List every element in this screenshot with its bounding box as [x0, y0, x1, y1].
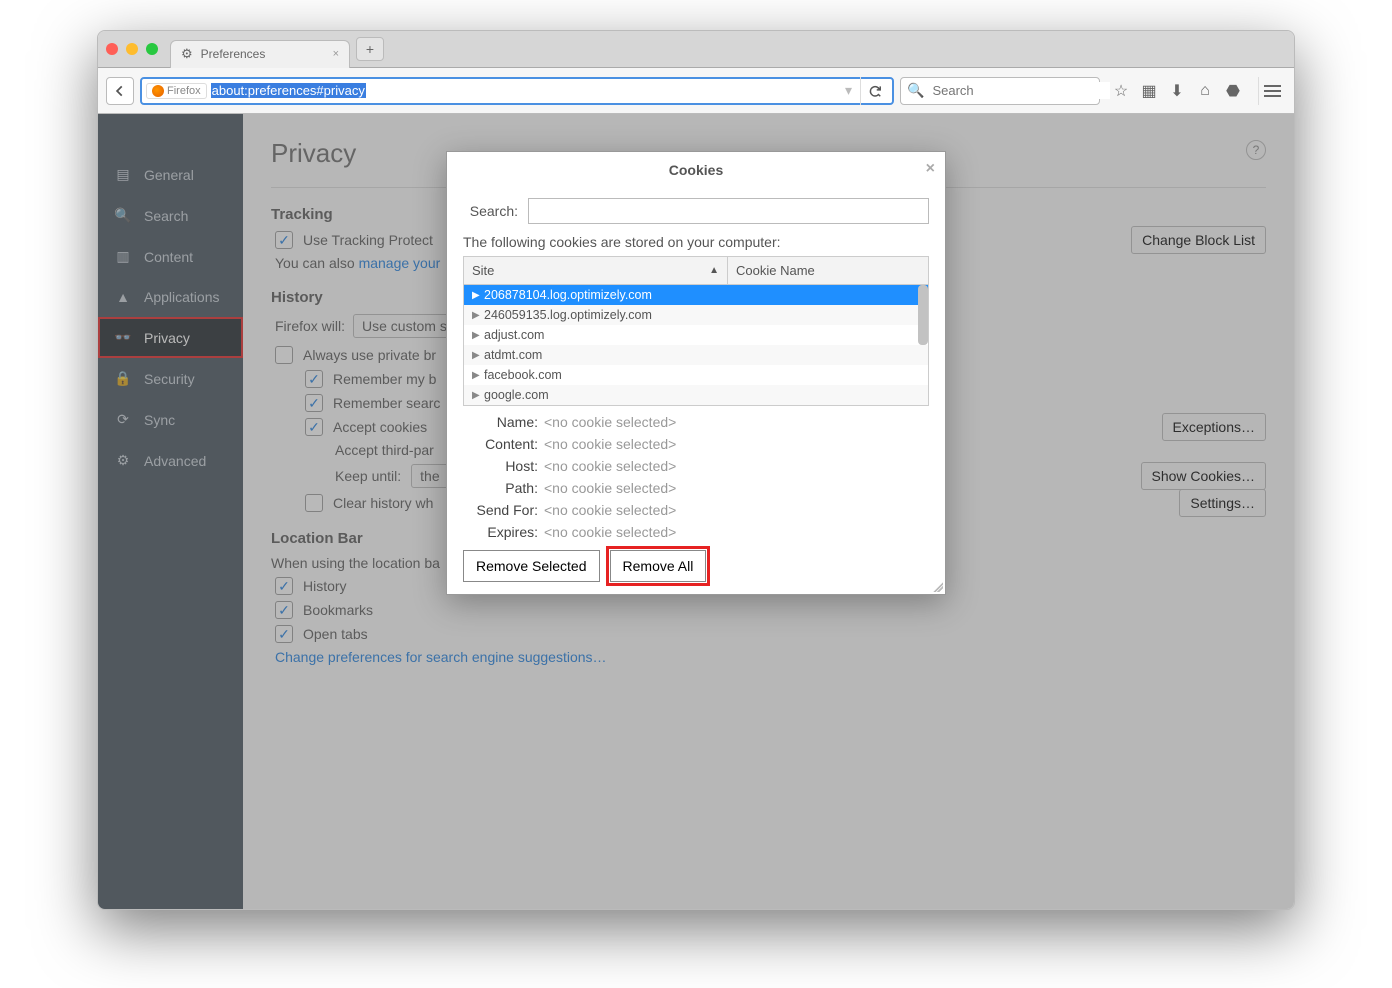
cookie-site-row[interactable]: ▶206878104.log.optimizely.com — [464, 285, 928, 305]
detail-expires-key: Expires: — [463, 524, 538, 540]
detail-content-key: Content: — [463, 436, 538, 452]
star-icon[interactable]: ☆ — [1112, 81, 1130, 101]
gear-icon: ⚙ — [181, 46, 193, 62]
cookie-table-body[interactable]: ▶206878104.log.optimizely.com▶246059135.… — [464, 285, 928, 405]
search-input[interactable] — [930, 82, 1110, 99]
resize-grip[interactable] — [931, 580, 943, 592]
detail-name-key: Name: — [463, 414, 538, 430]
reload-button[interactable] — [860, 77, 888, 105]
site-domain: atdmt.com — [484, 348, 542, 362]
col-name-header[interactable]: Cookie Name — [728, 257, 928, 284]
back-button[interactable] — [106, 77, 134, 105]
url-bar[interactable]: Firefox about:preferences#privacy ▾ — [140, 77, 894, 105]
site-domain: facebook.com — [484, 368, 562, 382]
cookie-site-row[interactable]: ▶google.com — [464, 385, 928, 405]
expand-icon: ▶ — [472, 310, 484, 321]
new-tab-button[interactable]: + — [356, 37, 384, 61]
detail-host-key: Host: — [463, 458, 538, 474]
expand-icon: ▶ — [472, 350, 484, 361]
site-domain: 246059135.log.optimizely.com — [484, 308, 652, 322]
cookie-search-input[interactable] — [528, 198, 929, 224]
sort-asc-icon: ▲ — [709, 265, 719, 276]
site-domain: google.com — [484, 388, 549, 402]
download-icon[interactable]: ⬇ — [1168, 81, 1186, 101]
browser-window: ⚙ Preferences × + Firefox about:preferen… — [97, 30, 1295, 910]
detail-path-val: <no cookie selected> — [544, 480, 676, 496]
close-tab-icon[interactable]: × — [333, 48, 339, 60]
detail-host-val: <no cookie selected> — [544, 458, 676, 474]
clipboard-icon[interactable]: ▦ — [1140, 81, 1158, 101]
site-identity[interactable]: Firefox — [146, 83, 207, 99]
expand-icon: ▶ — [472, 370, 484, 381]
zoom-window[interactable] — [146, 43, 158, 55]
cookie-site-row[interactable]: ▶facebook.com — [464, 365, 928, 385]
url-dropdown-icon[interactable]: ▾ — [841, 82, 856, 99]
firefox-icon — [152, 85, 164, 97]
search-label: Search: — [463, 203, 518, 219]
search-icon: 🔍 — [907, 82, 924, 99]
identity-label: Firefox — [167, 85, 201, 97]
cookie-table-head: Site▲ Cookie Name — [464, 257, 928, 285]
dialog-close-icon[interactable]: × — [926, 160, 935, 178]
expand-icon: ▶ — [472, 330, 484, 341]
site-domain: adjust.com — [484, 328, 544, 342]
urlbar-wrap: Firefox about:preferences#privacy ▾ — [140, 77, 894, 105]
remove-selected-button[interactable]: Remove Selected — [463, 550, 600, 582]
cookie-site-row[interactable]: ▶246059135.log.optimizely.com — [464, 305, 928, 325]
pocket-icon[interactable]: ⬣ — [1224, 81, 1242, 101]
detail-path-key: Path: — [463, 480, 538, 496]
stored-text: The following cookies are stored on your… — [463, 234, 929, 250]
detail-content-val: <no cookie selected> — [544, 436, 676, 452]
window-controls — [106, 43, 158, 55]
cookie-table: Site▲ Cookie Name ▶206878104.log.optimiz… — [463, 256, 929, 406]
remove-all-button[interactable]: Remove All — [610, 550, 707, 582]
expand-icon: ▶ — [472, 290, 484, 301]
minimize-window[interactable] — [126, 43, 138, 55]
close-window[interactable] — [106, 43, 118, 55]
detail-sendfor-key: Send For: — [463, 502, 538, 518]
cookies-dialog: Cookies × Search: The following cookies … — [446, 151, 946, 595]
tab-title: Preferences — [201, 47, 266, 61]
url-text: about:preferences#privacy — [211, 83, 366, 98]
toolbar: Firefox about:preferences#privacy ▾ 🔍 ☆ … — [98, 68, 1294, 114]
cookie-details: Name: <no cookie selected> Content: <no co… — [463, 414, 929, 540]
toolbar-icons: ☆ ▦ ⬇ ⌂ ⬣ — [1106, 81, 1248, 101]
home-icon[interactable]: ⌂ — [1196, 82, 1214, 100]
cookie-site-row[interactable]: ▶adjust.com — [464, 325, 928, 345]
detail-expires-val: <no cookie selected> — [544, 524, 676, 540]
search-bar[interactable]: 🔍 — [900, 77, 1100, 105]
titlebar: ⚙ Preferences × + — [98, 31, 1294, 68]
dialog-title: Cookies × — [447, 152, 945, 188]
site-domain: 206878104.log.optimizely.com — [484, 288, 652, 302]
col-site-header[interactable]: Site▲ — [464, 257, 728, 284]
scrollbar-thumb[interactable] — [918, 285, 928, 345]
detail-name-val: <no cookie selected> — [544, 414, 676, 430]
tab-preferences[interactable]: ⚙ Preferences × — [170, 40, 350, 68]
detail-sendfor-val: <no cookie selected> — [544, 502, 676, 518]
expand-icon: ▶ — [472, 390, 484, 401]
cookie-site-row[interactable]: ▶atdmt.com — [464, 345, 928, 365]
menu-button[interactable] — [1258, 77, 1286, 105]
